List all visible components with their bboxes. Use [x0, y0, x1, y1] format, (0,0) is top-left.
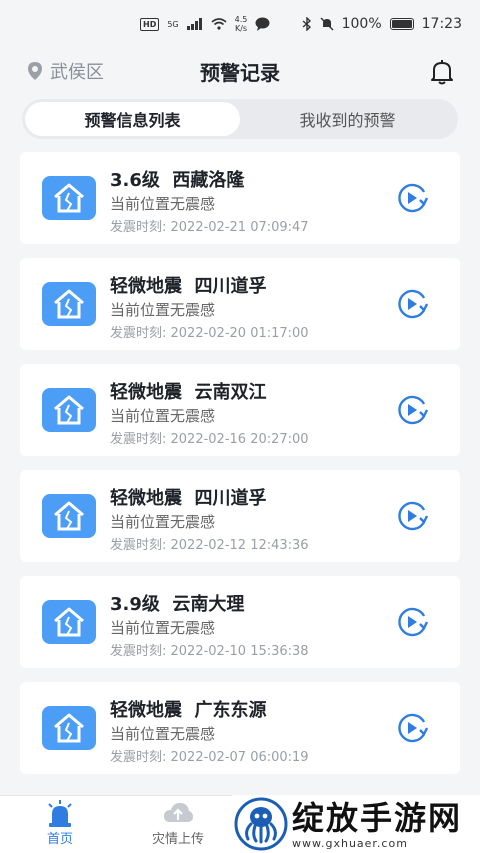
bell-icon[interactable] [428, 58, 456, 86]
record-title: 轻微地震 四川道孚 [110, 276, 267, 297]
battery-icon [389, 18, 414, 30]
watermark-url: www.gxhuaer.com [292, 836, 408, 850]
page-title: 预警记录 [200, 60, 280, 85]
location-pin-icon [28, 62, 42, 80]
speed-value: 4.5 [234, 15, 248, 24]
quake-house-icon [42, 388, 96, 432]
record-time: 发震时刻: 2022-02-12 12:43:36 [110, 538, 309, 553]
list-item[interactable]: 轻微地震 云南双江 当前位置无震感 发震时刻: 2022-02-16 20:27… [20, 364, 460, 456]
cloud-upload-icon [164, 803, 193, 822]
alarm-siren-icon [48, 800, 72, 827]
list-item[interactable]: 轻微地震 四川道孚 当前位置无震感 发震时刻: 2022-02-12 12:43… [20, 470, 460, 562]
record-time: 发震时刻: 2022-02-10 15:36:38 [110, 644, 309, 659]
list-item[interactable]: 轻微地震 广东东源 当前位置无震感 发震时刻: 2022-02-07 06:00… [20, 682, 460, 774]
list-item[interactable]: 3.9级 云南大理 当前位置无震感 发震时刻: 2022-02-10 15:36… [20, 576, 460, 668]
record-status: 当前位置无震感 [110, 619, 216, 637]
speed-unit: K/s [234, 24, 248, 33]
record-status: 当前位置无震感 [110, 513, 216, 531]
replay-play-icon[interactable] [394, 288, 430, 320]
tab-bar: 预警信息列表 我收到的预警 [22, 99, 458, 139]
watermark-text: 绽放手游网 www.gxhuaer.com [292, 799, 462, 850]
location-selector[interactable]: 武侯区 [26, 58, 104, 84]
signal-icon [186, 18, 202, 30]
record-title: 轻微地震 广东东源 [110, 700, 267, 721]
watermark-title: 绽放手游网 [292, 798, 463, 837]
record-time: 发震时刻: 2022-02-07 06:00:19 [110, 750, 309, 765]
wifi-icon [211, 18, 227, 30]
status-right: 100% 17:23 [302, 16, 462, 32]
record-status: 当前位置无震感 [110, 407, 216, 425]
replay-play-icon[interactable] [394, 182, 430, 214]
watermark: 绽放手游网 www.gxhuaer.com [232, 795, 480, 853]
replay-play-icon[interactable] [394, 712, 430, 744]
record-status: 当前位置无震感 [110, 725, 216, 743]
status-bar: HD 5G 4.5 K/s 100% 17:23 [0, 0, 480, 48]
mute-bell-icon [320, 17, 334, 31]
record-title: 3.6级 西藏洛隆 [110, 170, 245, 191]
quake-house-icon [42, 706, 96, 750]
battery-percent: 100% [341, 16, 382, 32]
status-left: HD 5G 4.5 K/s [140, 15, 270, 33]
list-item[interactable]: 轻微地震 四川道孚 当前位置无震感 发震时刻: 2022-02-20 01:17… [20, 258, 460, 350]
tab-received-warnings[interactable]: 我收到的预警 [240, 102, 455, 136]
record-time: 发震时刻: 2022-02-16 20:27:00 [110, 432, 309, 447]
record-time: 发震时刻: 2022-02-20 01:17:00 [110, 326, 309, 341]
network-speed: 4.5 K/s [235, 15, 248, 33]
nav-upload-label: 灾情上传 [151, 832, 204, 847]
network-type: 5G [167, 19, 179, 29]
replay-play-icon[interactable] [394, 606, 430, 638]
record-status: 当前位置无震感 [110, 301, 216, 319]
record-time: 发震时刻: 2022-02-21 07:09:47 [110, 220, 309, 235]
octopus-logo-icon [234, 797, 288, 851]
replay-play-icon[interactable] [394, 500, 430, 532]
record-title: 3.9级 云南大理 [110, 594, 245, 615]
chat-bubble-icon [255, 17, 270, 31]
record-title: 轻微地震 四川道孚 [110, 488, 267, 509]
quake-house-icon [42, 176, 96, 220]
tab-warning-list[interactable]: 预警信息列表 [25, 102, 240, 136]
replay-play-icon[interactable] [394, 394, 430, 426]
location-label: 武侯区 [50, 62, 104, 83]
record-status: 当前位置无震感 [110, 195, 216, 213]
quake-house-icon [42, 494, 96, 538]
nav-upload[interactable]: 灾情上传 [133, 800, 223, 847]
quake-house-icon [42, 600, 96, 644]
quake-house-icon [42, 282, 96, 326]
hd-badge: HD [140, 17, 160, 31]
nav-home-label: 首页 [46, 832, 73, 847]
list-item[interactable]: 3.6级 西藏洛隆 当前位置无震感 发震时刻: 2022-02-21 07:09… [20, 152, 460, 244]
record-title: 轻微地震 云南双江 [110, 382, 267, 403]
bluetooth-icon [302, 17, 311, 31]
nav-home[interactable]: 首页 [15, 800, 105, 847]
warning-record-list: 3.6级 西藏洛隆 当前位置无震感 发震时刻: 2022-02-21 07:09… [20, 152, 460, 788]
header: 武侯区 预警记录 [0, 48, 480, 94]
clock: 17:23 [421, 16, 462, 32]
